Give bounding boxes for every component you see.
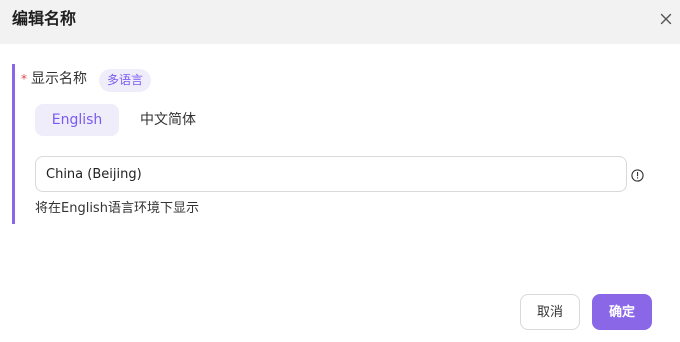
dialog-title: 编辑名称: [12, 9, 77, 28]
display-name-input[interactable]: [35, 156, 627, 192]
confirm-button[interactable]: 确定: [592, 294, 652, 330]
tab-chinese-simplified[interactable]: 中文简体: [123, 104, 213, 136]
helper-text: 将在English语言环境下显示: [35, 201, 199, 216]
dialog-header: 编辑名称: [0, 0, 680, 44]
multilang-badge[interactable]: 多语言: [99, 69, 151, 92]
form-section-indicator: [12, 64, 15, 224]
info-circle-icon[interactable]: [631, 167, 644, 182]
field-label: 显示名称: [31, 71, 87, 87]
cancel-button[interactable]: 取消: [520, 294, 580, 330]
required-mark: *: [21, 72, 27, 86]
tab-english[interactable]: English: [35, 104, 119, 136]
close-icon[interactable]: [657, 10, 675, 28]
